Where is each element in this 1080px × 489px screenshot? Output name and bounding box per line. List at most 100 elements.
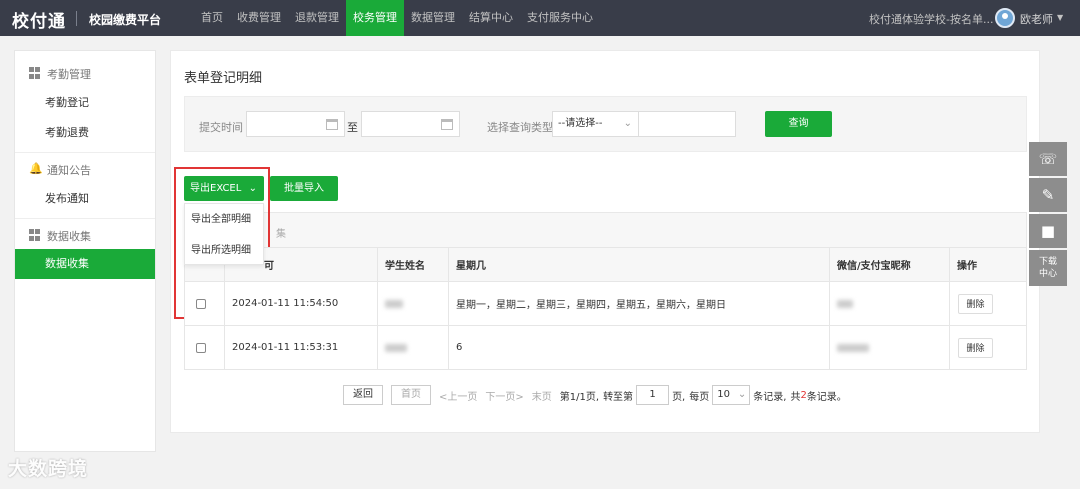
header-student-name: 学生姓名 [377, 248, 448, 281]
grid-icon [29, 67, 41, 79]
redacted-nickname [837, 343, 869, 352]
pagination: 返回 首页 <上一页 下一页> 末页 第1/1页, 转至第 1 页, 每页 10… [343, 384, 847, 406]
user-name[interactable]: 欧老师 [1020, 11, 1053, 27]
submit-time-cell: 2024-01-11 11:54:50 [224, 282, 377, 325]
sidebar-group-attendance[interactable]: 考勤管理 [15, 63, 155, 85]
start-date-input[interactable] [246, 111, 345, 137]
sidebar-divider [15, 152, 155, 153]
per-page-select[interactable]: 10 ⌄ [712, 385, 751, 405]
delete-button[interactable]: 删除 [958, 293, 993, 314]
sidebar-item-attendance-register[interactable]: 考勤登记 [15, 88, 155, 118]
sidebar-group-label: 数据收集 [47, 230, 91, 243]
sidebar-group-notice[interactable]: 🔔 通知公告 [15, 159, 155, 181]
records-label: 条记录, [753, 391, 787, 403]
logo-divider [76, 11, 77, 26]
sidebar-group-data-collection[interactable]: 数据收集 [15, 225, 155, 247]
table-header-row: 可 学生姓名 星期几 微信/支付宝昵称 操作 [184, 247, 1027, 282]
student-name-cell [377, 326, 448, 369]
app-logo[interactable]: 校付通 [12, 7, 66, 32]
back-button[interactable]: 返回 [343, 385, 383, 405]
table-row: 2024-01-11 11:54:50 星期一，星期二，星期三，星期四，星期五，… [184, 281, 1027, 326]
action-cell: 删除 [949, 326, 1027, 369]
action-cell: 删除 [949, 282, 1027, 325]
header-fragment: 可 [264, 261, 274, 272]
strip-text-fragment: 集 [276, 229, 286, 240]
redacted-name [385, 343, 407, 352]
sidebar-item-data-collection[interactable]: 数据收集 [15, 249, 155, 279]
sidebar-group-label: 考勤管理 [47, 68, 91, 81]
export-excel-button[interactable]: 导出EXCEL ⌄ [184, 176, 264, 201]
header-action: 操作 [949, 248, 1027, 281]
query-value-input[interactable] [638, 111, 736, 137]
download-center-line1: 下载 [1038, 257, 1057, 267]
query-type-label: 选择查询类型 [487, 121, 553, 134]
query-type-select[interactable]: --请选择-- ⌄ [552, 111, 639, 137]
export-excel-label: 导出EXCEL [190, 183, 242, 194]
query-type-value: --请选择-- [558, 118, 603, 129]
edit-icon[interactable]: ✎ [1029, 178, 1067, 212]
customer-service-icon[interactable]: ☏ [1029, 142, 1067, 176]
sidebar-group-label: 通知公告 [47, 164, 91, 177]
query-button[interactable]: 查询 [765, 111, 832, 137]
sidebar-item-attendance-refund[interactable]: 考勤退费 [15, 118, 155, 148]
nav-home[interactable]: 首页 [194, 0, 230, 36]
row-checkbox-cell [185, 282, 224, 325]
redacted-nickname [837, 299, 853, 308]
per-page-value: 10 [717, 389, 730, 400]
filter-bar: 提交时间 至 选择查询类型 --请选择-- ⌄ 查询 [184, 96, 1027, 152]
nav-refund-management[interactable]: 退款管理 [288, 0, 346, 36]
goto-page-input[interactable]: 1 [636, 385, 670, 405]
per-page-label: 每页 [689, 391, 710, 403]
download-center-button[interactable]: 下载 中心 [1029, 250, 1067, 286]
end-date-input[interactable] [361, 111, 460, 137]
right-float-toolbar: ☏ ✎ ■ 下载 中心 [1029, 142, 1067, 288]
calendar-icon[interactable] [441, 119, 453, 130]
nav-fee-management[interactable]: 收费管理 [230, 0, 288, 36]
nav-settlement-center[interactable]: 结算中心 [462, 0, 520, 36]
delete-button[interactable]: 删除 [958, 337, 993, 358]
grid-icon [29, 229, 41, 241]
nav-school-affairs[interactable]: 校务管理 [346, 0, 404, 36]
student-name-cell [377, 282, 448, 325]
sidebar: 考勤管理 考勤登记 考勤退费 🔔 通知公告 发布通知 数据收集 数据收集 [14, 50, 156, 452]
top-bar: 校付通 校园缴费平台 首页 收费管理 退款管理 校务管理 数据管理 结算中心 支… [0, 0, 1080, 36]
book-icon[interactable]: ■ [1029, 214, 1067, 248]
next-page-link[interactable]: 下一页> [485, 388, 523, 403]
header-weekday: 星期几 [448, 248, 829, 281]
user-menu-caret-icon[interactable]: ▼ [1057, 13, 1063, 22]
redacted-name [385, 299, 403, 308]
total-prefix: 共 [790, 391, 801, 403]
prev-page-link[interactable]: <上一页 [439, 388, 477, 403]
avatar[interactable] [995, 8, 1015, 28]
platform-title: 校园缴费平台 [89, 13, 162, 27]
page-info: 第1/1页, [559, 391, 600, 403]
nickname-cell [829, 282, 949, 325]
chevron-down-icon: ⌄ [737, 389, 747, 400]
chevron-down-icon: ⌄ [623, 118, 632, 129]
sidebar-item-publish-notice[interactable]: 发布通知 [15, 184, 155, 214]
calendar-icon[interactable] [326, 119, 338, 130]
total-suffix: 条记录。 [806, 391, 847, 403]
header-nickname: 微信/支付宝昵称 [829, 248, 949, 281]
batch-import-button[interactable]: 批量导入 [270, 176, 338, 201]
first-page-button[interactable]: 首页 [391, 385, 431, 405]
nav-data-management[interactable]: 数据管理 [404, 0, 462, 36]
nav-payment-service[interactable]: 支付服务中心 [520, 0, 600, 36]
table-row: 2024-01-11 11:53:31 6 删除 [184, 325, 1027, 370]
row-checkbox[interactable] [196, 298, 206, 309]
last-page-link[interactable]: 末页 [532, 388, 552, 403]
chevron-down-icon: ⌄ [248, 183, 257, 194]
submit-time-cell: 2024-01-11 11:53:31 [224, 326, 377, 369]
export-dropdown-menu: 导出全部明细 导出所选明细 [184, 203, 264, 265]
export-all-menu-item[interactable]: 导出全部明细 [185, 204, 263, 235]
to-label: 至 [347, 121, 358, 134]
bell-icon: 🔔 [29, 162, 43, 175]
export-selected-menu-item[interactable]: 导出所选明细 [185, 235, 263, 266]
nickname-cell [829, 326, 949, 369]
school-name[interactable]: 校付通体验学校-按名单... [869, 11, 993, 27]
weekday-cell: 星期一，星期二，星期三，星期四，星期五，星期六，星期日 [448, 282, 829, 325]
main-nav: 首页 收费管理 退款管理 校务管理 数据管理 结算中心 支付服务中心 [194, 0, 600, 36]
download-center-line2: 中心 [1038, 269, 1057, 279]
watermark: 大数跨境 [8, 458, 89, 480]
row-checkbox[interactable] [196, 342, 206, 353]
